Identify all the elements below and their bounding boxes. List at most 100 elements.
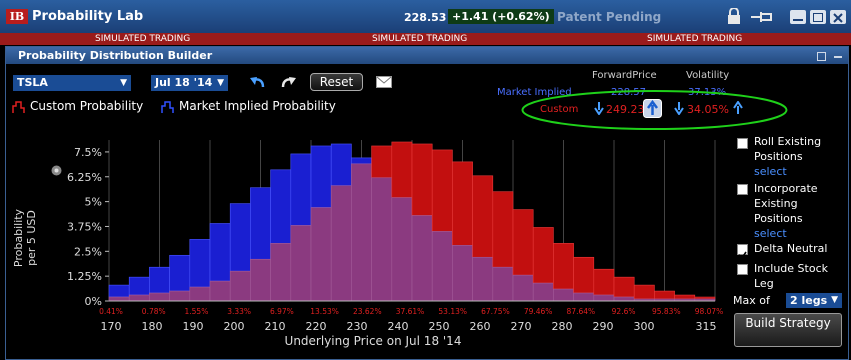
legs-value: 2 legs <box>790 294 828 307</box>
cumulative-label: 0.78% <box>142 307 166 316</box>
x-tick-label: 280 <box>552 320 573 333</box>
bar-overlap <box>371 177 393 302</box>
bar-top <box>452 161 473 246</box>
cumulative-label: 13.53% <box>310 307 339 316</box>
bar-top <box>492 191 514 268</box>
bar-overlap <box>270 243 292 302</box>
bar-overlap <box>472 256 494 302</box>
bar-overlap <box>553 288 574 302</box>
delta-neutral-checkbox[interactable] <box>737 244 748 260</box>
bar-overlap <box>573 292 595 302</box>
bar-top <box>310 145 332 208</box>
bar-overlap <box>169 290 191 302</box>
cumulative-label: 0.41% <box>99 307 123 316</box>
cumulative-label: 37.61% <box>396 307 425 316</box>
delta-neutral-label: Delta Neutral <box>754 242 828 255</box>
x-axis-label: Underlying Price on Jul 18 '14 <box>284 334 462 348</box>
x-tick-label: 250 <box>429 320 450 333</box>
bar-top <box>149 266 170 294</box>
include-stock-checkbox[interactable] <box>737 264 748 275</box>
bar-top <box>351 157 372 165</box>
bar-overlap <box>351 163 372 302</box>
bar-top <box>229 203 251 272</box>
bar-top <box>391 141 413 198</box>
bar-top <box>654 290 675 300</box>
bar-top <box>593 268 615 296</box>
cumulative-label: 79.46% <box>524 307 553 316</box>
x-tick-label: 230 <box>347 320 368 333</box>
bar-top <box>553 243 574 290</box>
cumulative-label: 6.97% <box>270 307 294 316</box>
bar-top <box>613 276 635 298</box>
bar-top <box>330 143 352 187</box>
bar-top <box>209 223 231 282</box>
bar-top <box>674 294 696 300</box>
bar-overlap <box>330 185 352 302</box>
check-icon <box>738 251 747 260</box>
bar-top <box>532 227 554 284</box>
incorporate-select-link[interactable]: select <box>754 226 787 241</box>
cumulative-label: 87.64% <box>567 307 596 316</box>
y-tick-label: 6.25% <box>67 171 102 184</box>
roll-positions-checkbox[interactable] <box>737 138 748 149</box>
bar-overlap <box>128 294 150 302</box>
max-of-label: Max of <box>733 294 770 307</box>
y-tick-label: 2.5% <box>74 245 102 258</box>
cumulative-label: 3.33% <box>227 307 251 316</box>
bar-top <box>169 254 191 292</box>
x-tick-label: 200 <box>224 320 245 333</box>
bar-top <box>189 239 211 288</box>
bar-overlap <box>492 266 514 302</box>
bar-overlap <box>250 258 271 302</box>
bar-overlap <box>431 231 453 302</box>
bar-overlap <box>209 280 231 302</box>
roll-select-link[interactable]: select <box>754 164 787 179</box>
bar-overlap <box>290 225 312 302</box>
x-tick-label: 240 <box>388 320 409 333</box>
bar-top <box>573 256 595 294</box>
bar-top <box>371 145 393 179</box>
incorporate-positions-label: Incorporate Existing Positions <box>754 182 818 225</box>
cumulative-label: 67.75% <box>481 307 510 316</box>
legs-dropdown[interactable]: 2 legs ▼ <box>786 293 842 308</box>
y-tick-label: 1.25% <box>67 270 102 283</box>
x-tick-label: 270 <box>511 320 532 333</box>
bar-overlap <box>532 282 554 302</box>
bar-overlap <box>411 215 433 302</box>
bar-overlap <box>391 197 413 302</box>
x-tick-label: 260 <box>470 320 491 333</box>
bar-overlap <box>310 207 332 302</box>
bar-top <box>633 284 655 300</box>
build-strategy-button[interactable]: Build Strategy <box>734 313 842 347</box>
x-tick-label: 220 <box>306 320 327 333</box>
y-tick-label: 7.5% <box>74 146 102 159</box>
x-tick-label: 315 <box>696 320 717 333</box>
x-tick-label: 210 <box>265 320 286 333</box>
roll-positions-label: Roll Existing Positions <box>754 135 822 163</box>
bar-top <box>512 209 534 276</box>
include-stock-label: Include Stock Leg <box>754 262 828 290</box>
incorporate-positions-checkbox[interactable] <box>737 184 748 195</box>
bar-overlap <box>189 286 211 302</box>
probability-chart[interactable]: 0%1.25%2.5%3.75%5%6.25%7.5%0.41% 0.78% 1.5… <box>0 0 851 358</box>
bar-overlap <box>452 245 473 302</box>
bar-top <box>270 169 292 244</box>
bar-overlap <box>108 296 130 302</box>
bar-top <box>250 187 271 260</box>
bar-overlap <box>229 270 251 302</box>
cumulative-label: 23.62% <box>353 307 382 316</box>
y-tick-label: 3.75% <box>67 220 102 233</box>
x-tick-label: 290 <box>593 320 614 333</box>
bar-top <box>290 153 312 226</box>
bar-top <box>108 284 130 298</box>
x-tick-label: 180 <box>142 320 163 333</box>
chevron-down-icon: ▼ <box>831 295 838 305</box>
cumulative-label: 98.07% <box>695 307 724 316</box>
cumulative-label: 92.6% <box>612 307 636 316</box>
x-tick-label: 300 <box>634 320 655 333</box>
cumulative-label: 95.83% <box>652 307 681 316</box>
cumulative-label: 1.55% <box>185 307 209 316</box>
bar-top <box>411 143 433 216</box>
bar-top <box>472 175 494 258</box>
bar-top <box>431 149 453 232</box>
